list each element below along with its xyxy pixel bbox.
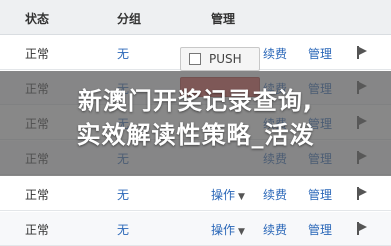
- manage-link[interactable]: 管理: [308, 45, 332, 62]
- header-group: 分组: [117, 12, 142, 26]
- group-link[interactable]: 无: [117, 221, 129, 238]
- table-row: 正常 无 操作 ▼ 续费 管理: [0, 177, 391, 211]
- group-link[interactable]: 无: [117, 186, 129, 203]
- push-icon: [189, 53, 201, 65]
- operate-label: 操作: [211, 223, 236, 237]
- status-cell: 正常: [25, 47, 50, 61]
- renew-link[interactable]: 续费: [263, 186, 287, 203]
- manage-link[interactable]: 管理: [308, 221, 332, 238]
- flag-icon[interactable]: [357, 46, 367, 59]
- headline-text: 新澳门开奖记录查询, 实效解读性策略_活泼: [0, 84, 391, 152]
- flag-icon[interactable]: [357, 222, 367, 235]
- caret-down-icon: ▼: [238, 192, 245, 202]
- headline-line-2: 实效解读性策略_活泼: [76, 121, 315, 149]
- caret-down-icon: ▼: [238, 227, 245, 237]
- header-manage: 管理: [211, 12, 236, 26]
- status-cell: 正常: [25, 223, 50, 237]
- headline-line-1: 新澳门开奖记录查询,: [77, 87, 314, 115]
- renew-link[interactable]: 续费: [263, 221, 287, 238]
- header-status: 状态: [25, 12, 50, 26]
- push-label: PUSH: [209, 52, 242, 66]
- table-header: 状态 分组 管理: [0, 0, 391, 35]
- operate-dropdown[interactable]: 操作 ▼: [211, 186, 245, 203]
- group-link[interactable]: 无: [117, 45, 129, 62]
- table-row: 正常 无 操作 ▼ 续费 管理: [0, 212, 391, 246]
- push-button[interactable]: PUSH: [180, 47, 260, 71]
- flag-icon[interactable]: [357, 187, 367, 200]
- operate-dropdown[interactable]: 操作 ▼: [211, 221, 245, 238]
- renew-link[interactable]: 续费: [263, 45, 287, 62]
- status-cell: 正常: [25, 188, 50, 202]
- manage-link[interactable]: 管理: [308, 186, 332, 203]
- operate-label: 操作: [211, 188, 236, 202]
